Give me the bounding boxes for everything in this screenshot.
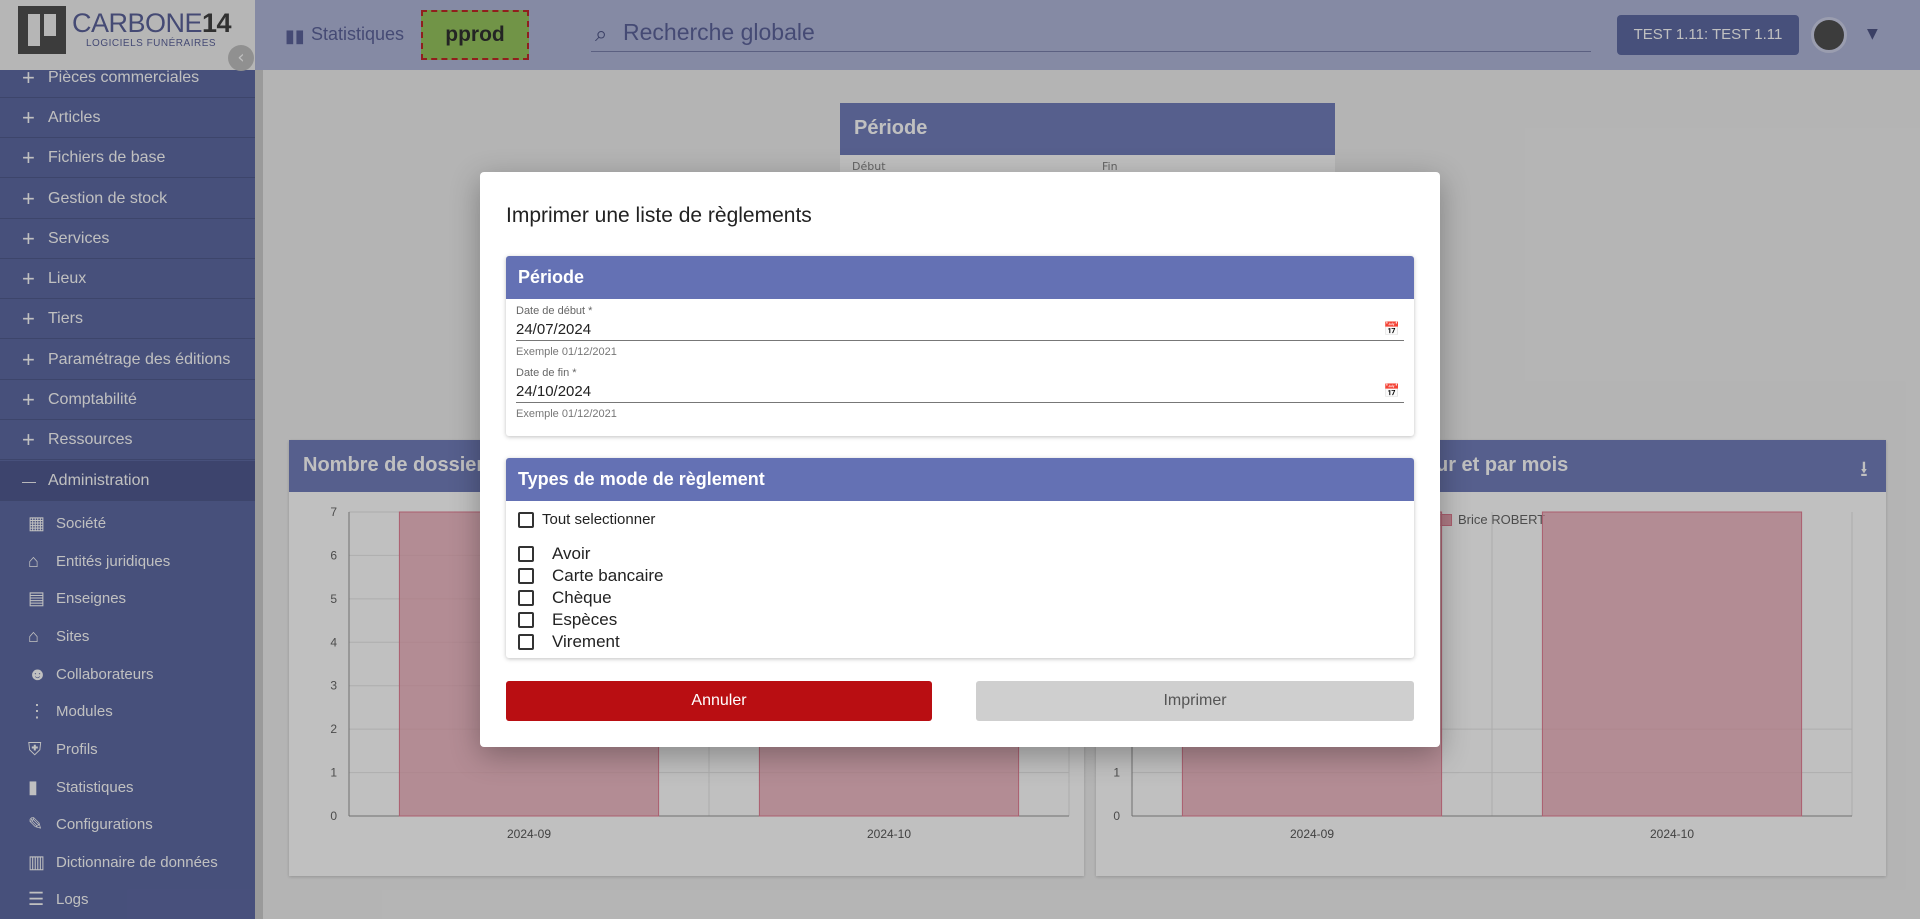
print-button[interactable]: Imprimer (976, 681, 1414, 721)
payment-type-label: Carte bancaire (552, 566, 664, 585)
payment-type-label: Espèces (552, 610, 618, 629)
start-date-field: Date de début * 📅 Exemple 01/12/2021 (516, 305, 1404, 358)
payment-type-checkbox[interactable]: Chèque (518, 588, 612, 608)
start-date-input[interactable] (516, 317, 1404, 341)
calendar-icon[interactable]: 📅 (1384, 384, 1400, 399)
checkbox[interactable] (518, 568, 534, 584)
end-date-field: Date de fin * 📅 Exemple 01/12/2021 (516, 367, 1404, 420)
checkbox[interactable] (518, 590, 534, 606)
end-date-label: Date de fin * (516, 367, 577, 379)
checkbox[interactable] (518, 612, 534, 628)
select-all-checkbox[interactable]: Tout selectionner (518, 511, 655, 528)
periode-section-title: Période (506, 256, 1414, 299)
checkbox[interactable] (518, 634, 534, 650)
payment-type-checkbox[interactable]: Espèces (518, 610, 617, 630)
start-date-hint: Exemple 01/12/2021 (516, 346, 617, 358)
end-date-input[interactable] (516, 379, 1404, 403)
checkbox[interactable] (518, 546, 534, 562)
payment-type-label: Avoir (552, 544, 591, 563)
periode-section: Période Date de début * 📅 Exemple 01/12/… (506, 256, 1414, 436)
payment-type-checkbox[interactable]: Avoir (518, 544, 590, 564)
payment-type-label: Virement (552, 632, 620, 651)
checkbox[interactable] (518, 511, 534, 528)
payment-types-section: Types de mode de règlement Tout selectio… (506, 458, 1414, 658)
start-date-label: Date de début * (516, 305, 593, 317)
payment-type-label: Chèque (552, 588, 612, 607)
payment-type-checkbox[interactable]: Carte bancaire (518, 566, 664, 586)
select-all-label: Tout selectionner (542, 511, 656, 528)
cancel-button[interactable]: Annuler (506, 681, 932, 721)
dialog-title: Imprimer une liste de règlements (506, 204, 812, 227)
end-date-hint: Exemple 01/12/2021 (516, 408, 617, 420)
print-dialog: Imprimer une liste de règlements Période… (480, 172, 1440, 747)
payment-types-title: Types de mode de règlement (506, 458, 1414, 501)
payment-type-checkbox[interactable]: Virement (518, 632, 620, 652)
calendar-icon[interactable]: 📅 (1384, 322, 1400, 337)
